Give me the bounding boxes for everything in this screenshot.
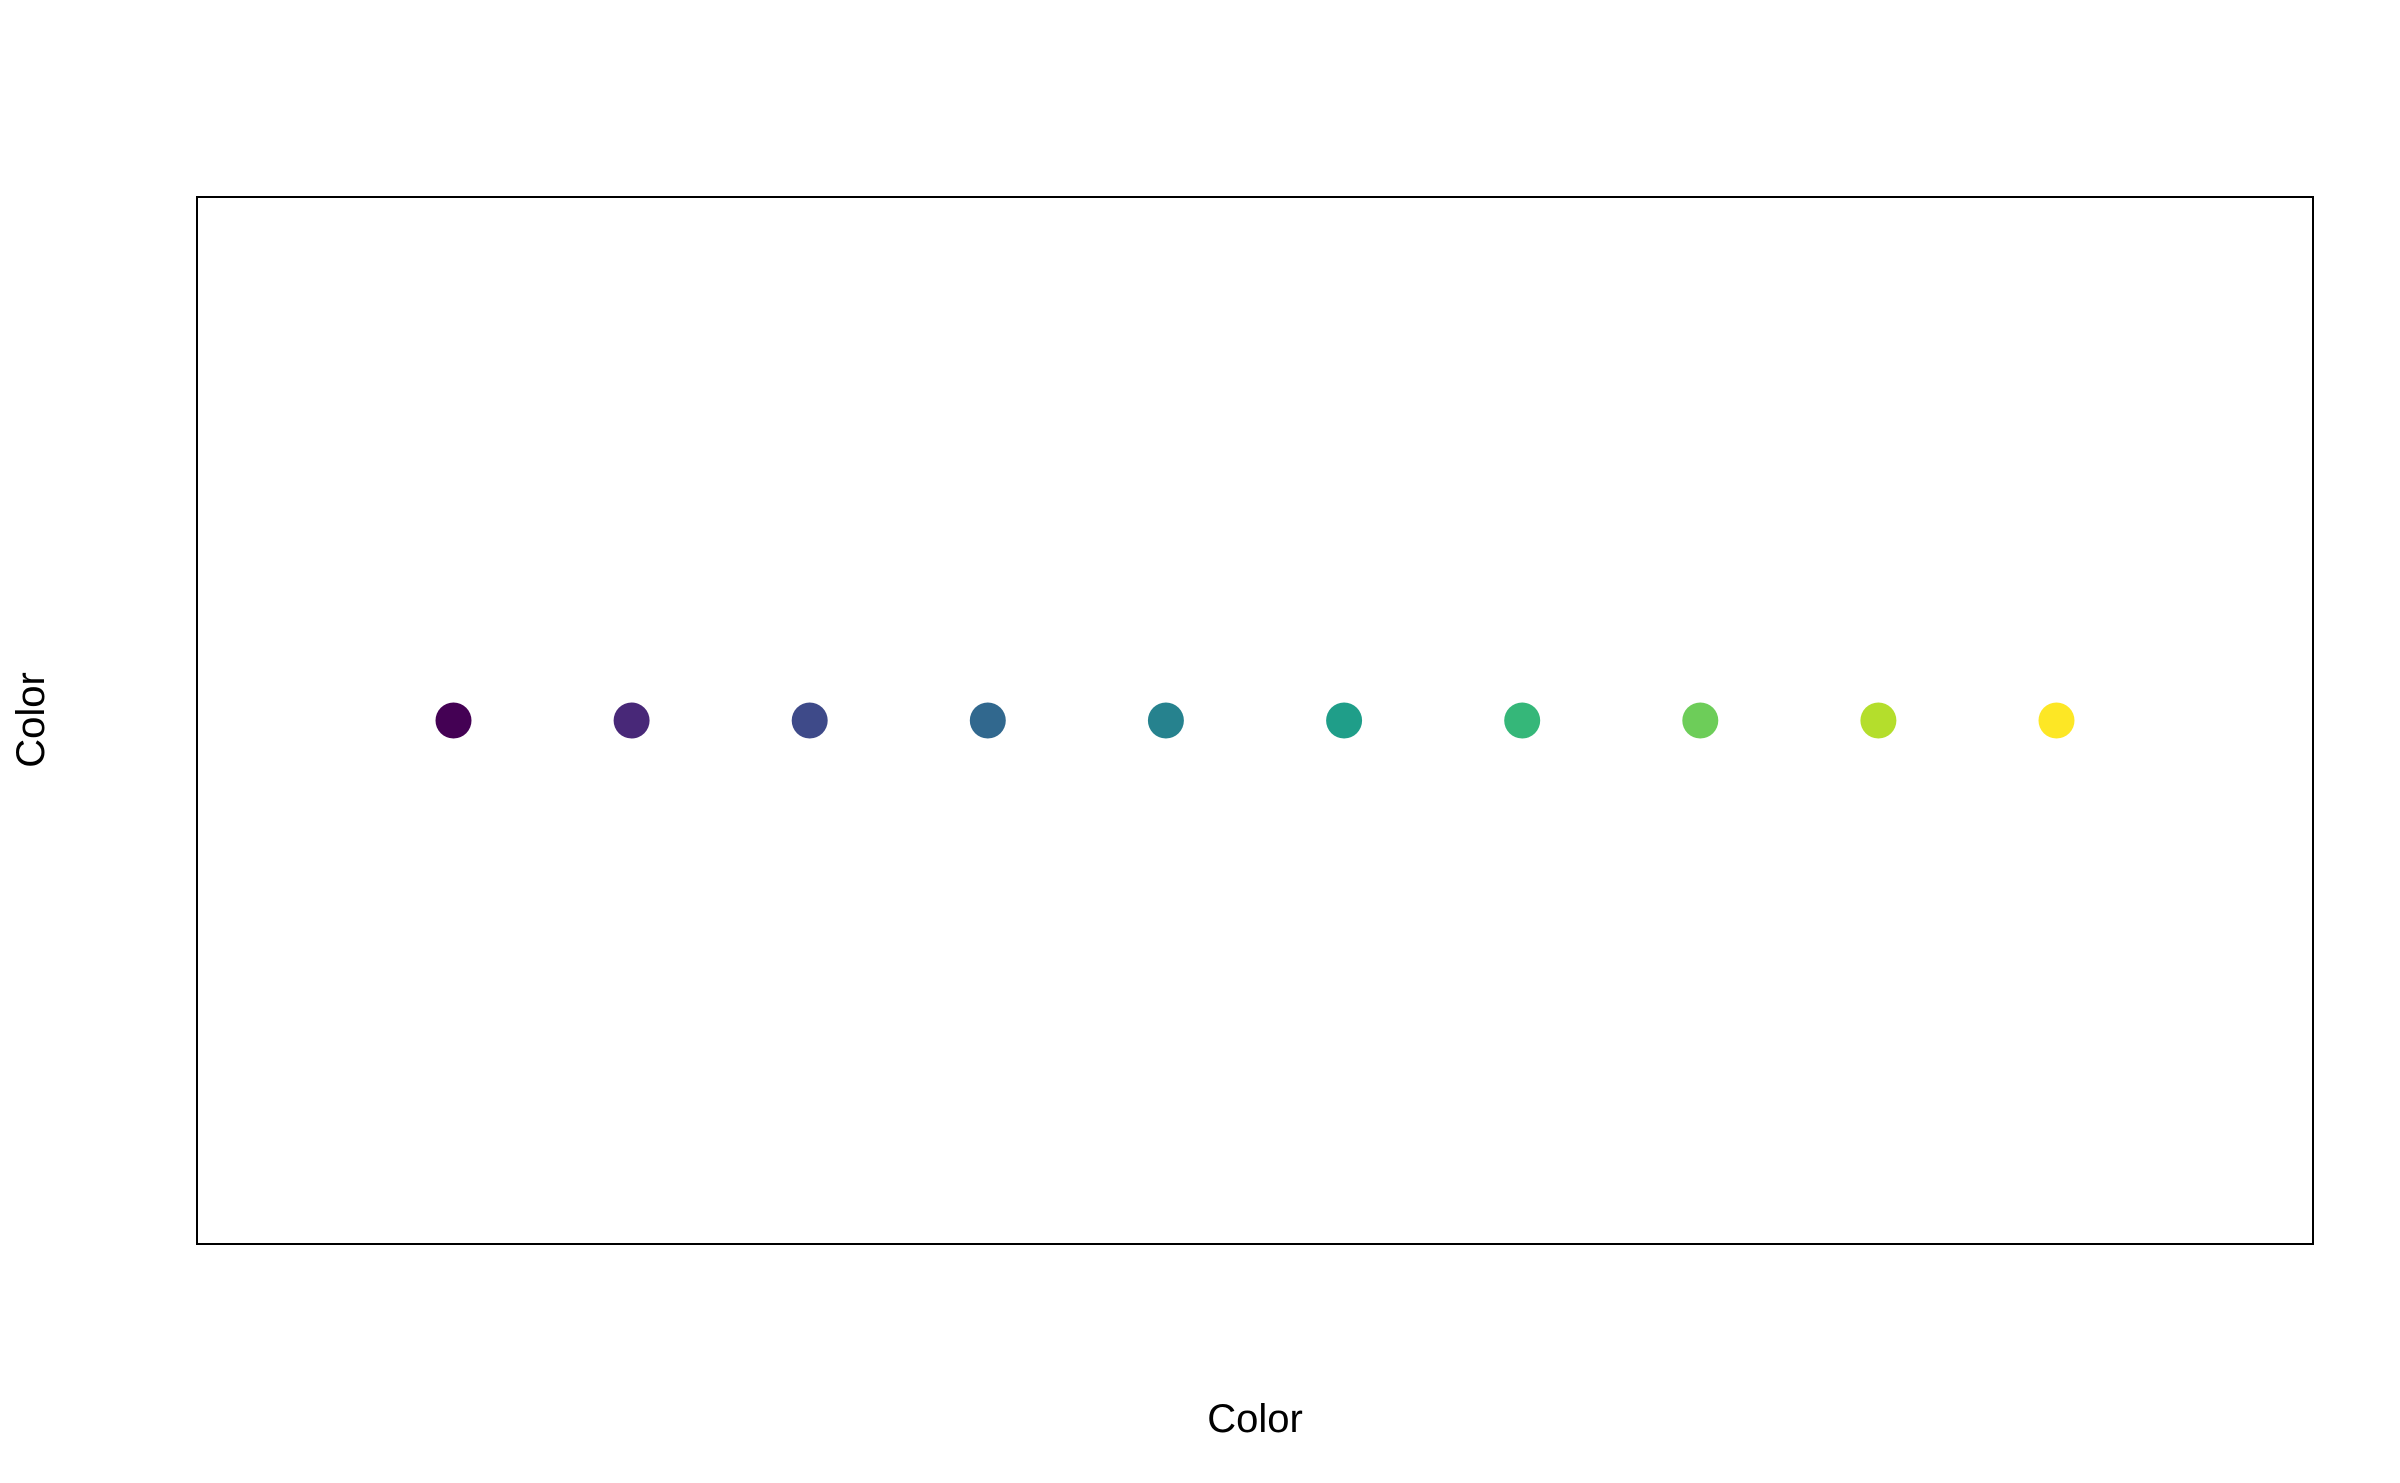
data-point-10 (2038, 702, 2075, 739)
data-point-7 (1504, 702, 1541, 739)
data-point-3 (791, 702, 828, 739)
scatter-chart: Color Color (0, 0, 2400, 1483)
y-axis-label: Color (9, 672, 53, 768)
x-axis-label: Color (1207, 1397, 1303, 1441)
data-point-6 (1326, 702, 1363, 739)
data-point-2 (613, 702, 650, 739)
data-point-5 (1147, 702, 1184, 739)
data-point-1 (435, 702, 472, 739)
chart-background (0, 0, 2400, 1483)
data-point-9 (1860, 702, 1897, 739)
chart-canvas: Color Color (0, 0, 2400, 1483)
data-point-8 (1682, 702, 1719, 739)
data-point-4 (969, 702, 1006, 739)
